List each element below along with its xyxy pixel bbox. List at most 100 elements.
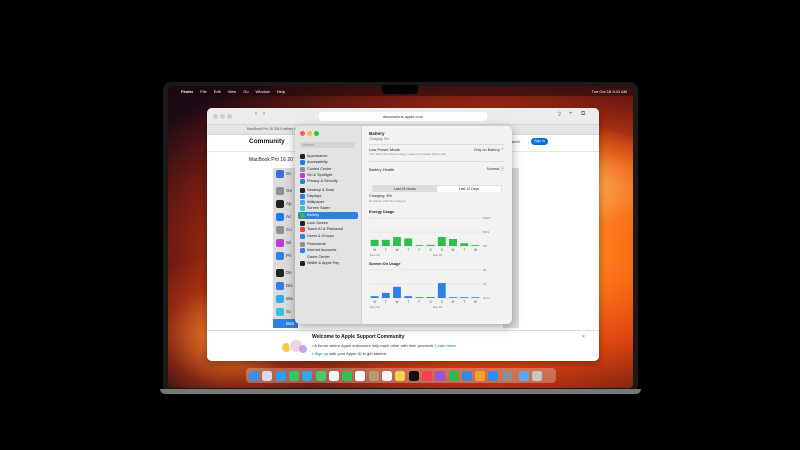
tab-last-24-hours[interactable]: Last 24 Hours (373, 186, 437, 192)
sign-in-button[interactable]: Sign in (531, 138, 548, 145)
new-tab-icon[interactable]: + (569, 111, 573, 117)
appstore-icon[interactable] (488, 370, 499, 381)
bg-app-icon (276, 282, 284, 290)
chart-bar[interactable] (381, 239, 390, 246)
bg-app-icon (276, 226, 284, 234)
sidebar-item-icon (300, 260, 305, 266)
close-button[interactable] (300, 131, 305, 136)
thread-title[interactable]: MacBook Pro 16 20 (249, 157, 293, 163)
sidebar-item-wallet-apple-pay[interactable]: Wallet & Apple Pay (298, 260, 358, 267)
music-icon[interactable] (421, 370, 432, 381)
menu-view[interactable]: View (228, 89, 237, 94)
chart-bar[interactable] (471, 297, 480, 298)
chart-bar[interactable] (381, 292, 390, 298)
facetime-icon[interactable] (342, 370, 353, 381)
bg-label: Wa (286, 296, 293, 301)
photos-icon[interactable] (328, 370, 339, 381)
trash-icon[interactable] (532, 370, 543, 381)
maps-icon[interactable] (315, 370, 326, 381)
calendar-icon[interactable] (355, 370, 366, 381)
launchpad-icon[interactable] (262, 370, 273, 381)
close-banner-icon[interactable]: × (582, 334, 585, 340)
notes-icon[interactable] (395, 370, 406, 381)
keynote-icon[interactable] (461, 370, 472, 381)
menu-file[interactable]: File (200, 89, 206, 94)
bg-app-icon (276, 308, 284, 316)
safari-icon[interactable] (275, 370, 286, 381)
tabs-overview-icon[interactable]: ⧉ (581, 111, 585, 118)
menu-help[interactable]: Help (277, 89, 285, 94)
share-icon[interactable]: ⇪ (557, 111, 562, 118)
minimize-button[interactable] (220, 114, 225, 119)
tab-last-10-days[interactable]: Last 10 Days (437, 185, 501, 192)
bg-app-icon (276, 269, 284, 277)
sidebar-item-battery[interactable]: Battery (298, 211, 358, 219)
settings-search-field[interactable]: Search (300, 142, 355, 148)
sidebar-item-icon (300, 227, 305, 233)
chart-bar[interactable] (437, 237, 446, 246)
minimize-button[interactable] (307, 131, 312, 136)
menu-window[interactable]: Window (256, 89, 270, 94)
mail-icon[interactable] (302, 370, 313, 381)
menu-finder[interactable]: Finder (181, 89, 193, 94)
chart-bar[interactable] (426, 297, 435, 298)
chart-bar[interactable] (393, 237, 401, 246)
settings-icon[interactable] (501, 370, 512, 381)
chart-bar[interactable] (471, 245, 480, 246)
messages-icon[interactable] (288, 370, 299, 381)
pages-icon[interactable] (475, 370, 486, 381)
podcasts-icon[interactable] (435, 370, 446, 381)
charging-desc: 3h 12min until fully charged (369, 199, 406, 203)
close-button[interactable] (213, 114, 218, 119)
bg-label: Sc (286, 171, 292, 176)
address-bar[interactable]: discussions.apple.com (319, 112, 487, 121)
sidebar-item-privacy-security[interactable]: Privacy & Security (298, 178, 358, 185)
bg-app-icon (276, 200, 284, 208)
zoom-button[interactable] (227, 114, 232, 119)
community-title[interactable]: Community (249, 138, 285, 145)
bg-app-icon (276, 187, 284, 195)
x-tick-label: W (474, 300, 478, 304)
reminders-icon[interactable] (382, 370, 392, 381)
folder-icon[interactable] (519, 370, 529, 381)
chart-bar[interactable] (449, 297, 457, 298)
y-tick-label: 0% (483, 244, 488, 248)
y-tick-label: 0min (483, 296, 490, 300)
chart-bar[interactable] (370, 296, 379, 298)
chart-bar[interactable] (415, 245, 424, 246)
menu-go[interactable]: Go (243, 89, 248, 94)
chart-bar[interactable] (437, 283, 446, 298)
desktop: Finder File Edit View Go Window Help Tue… (168, 86, 633, 388)
finder-icon[interactable] (249, 370, 259, 381)
info-icon[interactable]: ⓘ (500, 167, 504, 171)
chart-bar[interactable] (449, 239, 457, 246)
welcome-text: A forum where Apple customers help each … (314, 343, 435, 348)
back-icon[interactable]: ‹ (255, 111, 257, 117)
zoom-button[interactable] (314, 131, 319, 136)
tab-title[interactable]: MacBook Pro 16 2019 battery drain (247, 127, 302, 131)
bg-app-icon (276, 213, 284, 221)
bg-label: Ap (286, 201, 292, 206)
numbers-icon[interactable] (448, 370, 459, 381)
learn-more-link[interactable]: Learn more. (435, 343, 457, 348)
sign-up-link[interactable]: Sign up (315, 351, 329, 356)
sidebar-item-users-groups[interactable]: Users & Groups (298, 233, 358, 240)
sidebar-item-label: Wallet & Apple Pay (307, 260, 340, 265)
welcome-text: with your Apple ID to get started. (329, 351, 388, 356)
menubar-clock[interactable]: Tue Oct 18 9:41 AM (592, 89, 627, 94)
bg-label: Co (286, 227, 292, 232)
chart-bar[interactable] (460, 243, 469, 246)
chart-bar[interactable] (393, 286, 401, 298)
chart-bar[interactable] (460, 297, 469, 298)
chart-bar[interactable] (404, 296, 413, 298)
chart-bar[interactable] (404, 238, 413, 246)
contacts-icon[interactable] (368, 370, 379, 381)
x-tick-label: S (441, 248, 444, 252)
chart-bar[interactable] (370, 239, 379, 246)
chart-bar[interactable] (426, 244, 435, 246)
tv-icon[interactable] (408, 370, 419, 381)
chart-bar[interactable] (415, 297, 424, 298)
menu-edit[interactable]: Edit (214, 89, 221, 94)
forward-icon[interactable]: › (263, 111, 265, 117)
low-power-dropdown[interactable]: Only on Battery ⌃ (474, 147, 504, 152)
